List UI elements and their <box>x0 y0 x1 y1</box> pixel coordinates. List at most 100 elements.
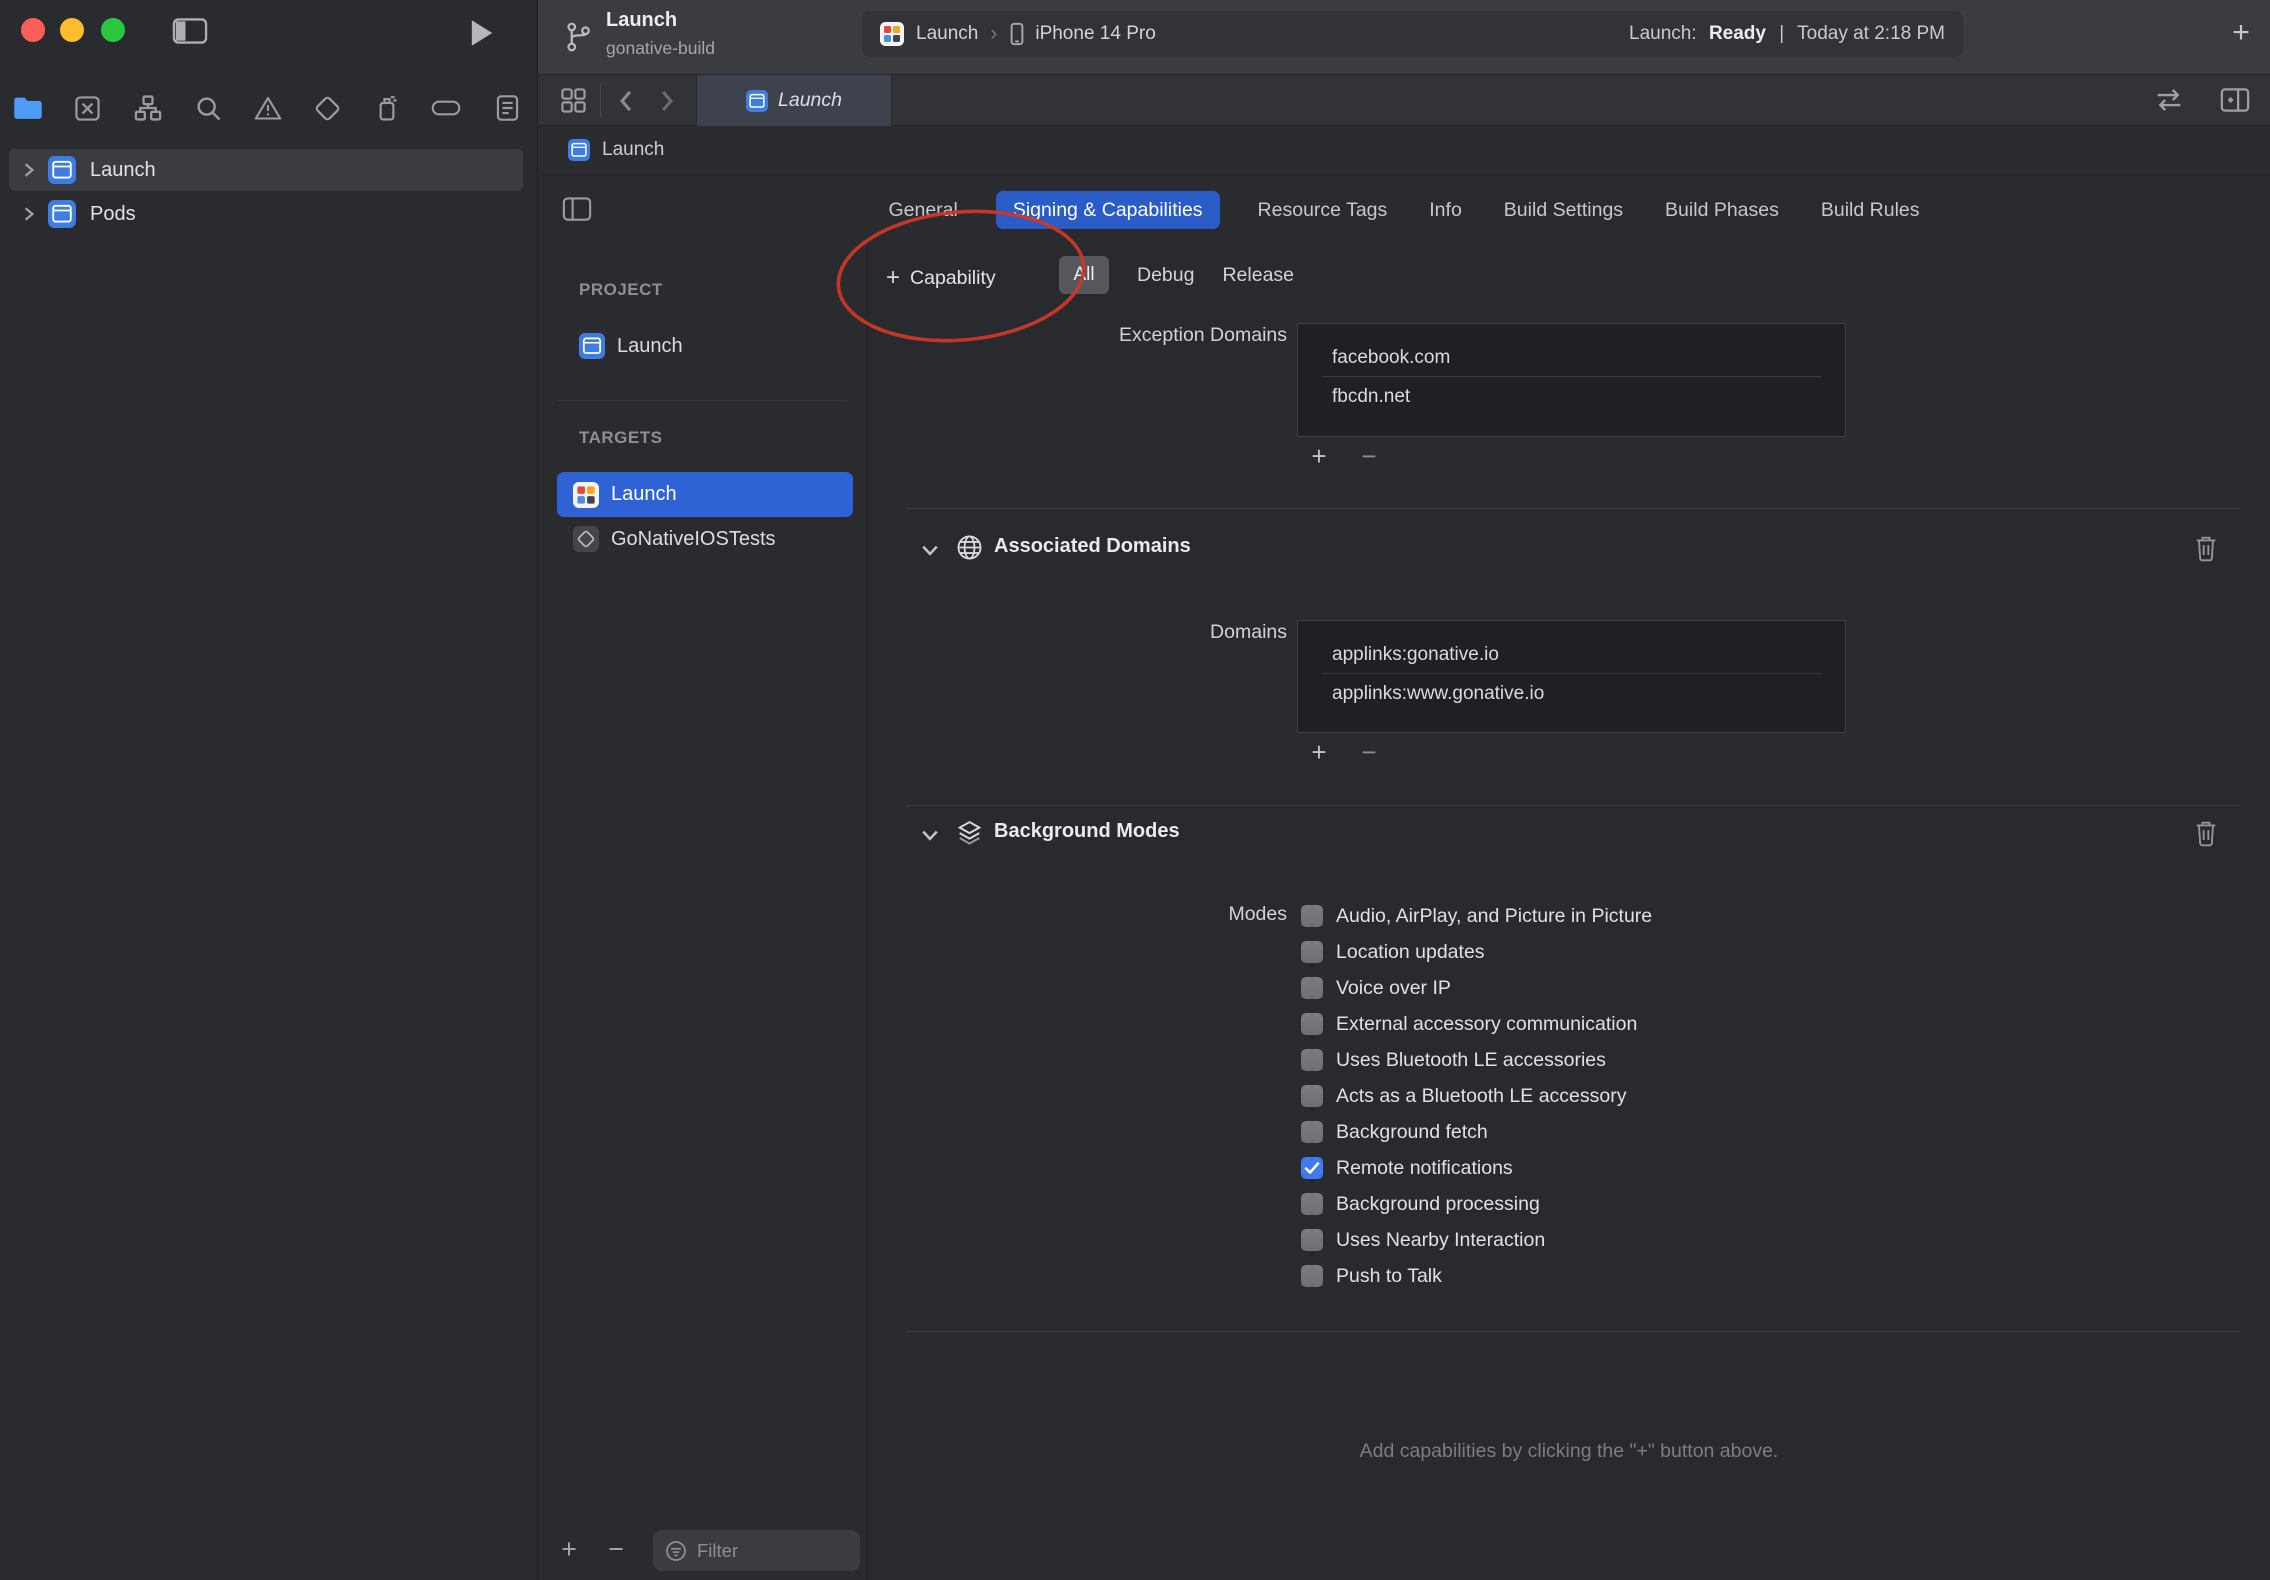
mode-label: Push to Talk <box>1336 1264 1442 1287</box>
open-tab-launch[interactable]: Launch <box>696 75 892 126</box>
device-name[interactable]: iPhone 14 Pro <box>1035 23 1155 45</box>
disclosure-chevron-icon[interactable] <box>22 162 36 178</box>
checkbox[interactable] <box>1301 1265 1323 1287</box>
checkbox[interactable] <box>1301 1013 1323 1035</box>
targets-section-header: TARGETS <box>579 428 663 447</box>
remove-row-button[interactable]: − <box>1356 441 1382 472</box>
checkbox[interactable] <box>1301 1121 1323 1143</box>
jump-bar-item[interactable]: Launch <box>602 139 664 161</box>
checkbox[interactable] <box>1301 1049 1323 1071</box>
section-title: Background Modes <box>994 820 1180 842</box>
editor-sidebar-toggle-icon[interactable] <box>562 196 592 222</box>
toolbar-project-subtitle: gonative-build <box>606 38 715 58</box>
spray-icon[interactable] <box>367 88 407 128</box>
navigator-item-pods[interactable]: Pods <box>0 192 537 236</box>
table-row[interactable]: fbcdn.net <box>1322 377 1821 416</box>
toolbar-add-button[interactable]: + <box>2223 16 2259 50</box>
run-button[interactable] <box>470 19 494 47</box>
add-capability-button[interactable]: + Capability <box>886 258 996 298</box>
add-row-button[interactable]: + <box>1306 441 1332 472</box>
checkbox[interactable] <box>1301 941 1323 963</box>
checkbox[interactable] <box>1301 1229 1323 1251</box>
breadcrumb-separator-icon: › <box>990 22 998 45</box>
background-modes-list: Audio, AirPlay, and Picture in Picture L… <box>1301 898 1652 1294</box>
checkbox[interactable] <box>1301 905 1323 927</box>
target-app-icon <box>573 481 599 508</box>
filter-input[interactable] <box>697 1539 837 1562</box>
window-zoom-button[interactable] <box>101 18 125 42</box>
mode-label: Background processing <box>1336 1192 1540 1215</box>
associated-domains-section: Associated Domains <box>868 530 2270 570</box>
toolbar: Launch gonative-build Launch › iPhone 14… <box>538 0 2270 75</box>
segment-release[interactable]: Release <box>1222 264 1294 287</box>
tab-build-rules[interactable]: Build Rules <box>1817 191 1924 229</box>
tab-build-settings[interactable]: Build Settings <box>1500 191 1627 229</box>
search-icon[interactable] <box>188 88 228 128</box>
x-square-icon[interactable] <box>67 88 107 128</box>
project-app-icon <box>579 333 605 359</box>
table-row[interactable]: facebook.com <box>1322 338 1821 377</box>
segment-debug[interactable]: Debug <box>1137 264 1194 287</box>
trash-icon[interactable] <box>2194 534 2218 562</box>
project-editor-tabs: General Signing & Capabilities Resource … <box>538 175 2270 245</box>
plus-icon: + <box>886 264 901 291</box>
remove-target-button[interactable]: − <box>598 1534 634 1565</box>
show-all-tabs-icon[interactable] <box>560 87 587 114</box>
checkbox-checked[interactable] <box>1301 1157 1323 1179</box>
table-row[interactable]: applinks:www.gonative.io <box>1322 674 1821 713</box>
build-status[interactable]: Launch: Ready | Today at 2:18 PM <box>1629 23 1945 45</box>
chevron-down-icon[interactable] <box>921 543 939 557</box>
tab-build-phases[interactable]: Build Phases <box>1661 191 1783 229</box>
project-navigator-icon[interactable] <box>8 88 48 128</box>
project-row-launch[interactable]: Launch <box>538 330 868 362</box>
mode-label: Location updates <box>1336 940 1485 963</box>
report-list-icon[interactable] <box>487 88 527 128</box>
segment-all[interactable]: All <box>1059 256 1109 294</box>
diamond-icon[interactable] <box>307 88 347 128</box>
back-chevron-icon[interactable] <box>618 88 634 114</box>
hierarchy-icon[interactable] <box>128 88 168 128</box>
warning-icon[interactable] <box>248 88 288 128</box>
mode-row: Uses Nearby Interaction <box>1301 1222 1652 1258</box>
capsule-icon[interactable] <box>426 88 466 128</box>
tab-general[interactable]: General <box>884 191 961 229</box>
chevron-down-icon[interactable] <box>921 828 939 842</box>
window-close-button[interactable] <box>21 18 45 42</box>
filter-field[interactable] <box>653 1530 860 1571</box>
window-minimize-button[interactable] <box>60 18 84 42</box>
add-target-button[interactable]: + <box>551 1534 587 1565</box>
main-area: Launch gonative-build Launch › iPhone 14… <box>537 0 2270 1580</box>
disclosure-chevron-icon[interactable] <box>22 206 36 222</box>
capabilities-content: + Capability All Debug Release Exception… <box>836 209 2270 1580</box>
scheme-device-selector[interactable]: Launch › iPhone 14 Pro Launch: Ready | T… <box>862 11 1963 57</box>
swap-editors-icon[interactable] <box>2154 87 2184 113</box>
scheme-name[interactable]: Launch <box>916 23 978 45</box>
table-row[interactable]: applinks:gonative.io <box>1322 635 1821 674</box>
tab-signing-capabilities[interactable]: Signing & Capabilities <box>995 191 1220 229</box>
filter-icon <box>665 1540 687 1562</box>
mode-label: Uses Bluetooth LE accessories <box>1336 1048 1606 1071</box>
remove-row-button[interactable]: − <box>1356 737 1382 768</box>
add-row-button[interactable]: + <box>1306 737 1332 768</box>
project-row-label: Launch <box>617 334 683 357</box>
target-row-tests[interactable]: GoNativeIOSTests <box>538 523 868 555</box>
checkbox[interactable] <box>1301 977 1323 999</box>
mode-label: Audio, AirPlay, and Picture in Picture <box>1336 904 1653 927</box>
navigator-item-label: Pods <box>90 202 136 225</box>
checkbox[interactable] <box>1301 1193 1323 1215</box>
checkbox[interactable] <box>1301 1085 1323 1107</box>
target-row-launch[interactable]: Launch <box>557 472 853 517</box>
domains-label: Domains <box>1210 621 1287 643</box>
forward-chevron-icon[interactable] <box>659 88 675 114</box>
trash-icon[interactable] <box>2194 819 2218 847</box>
exception-domains-table: facebook.com fbcdn.net <box>1297 323 1846 437</box>
mode-row: Background fetch <box>1301 1114 1652 1150</box>
tab-info[interactable]: Info <box>1425 191 1466 229</box>
add-editor-icon[interactable] <box>2220 87 2250 113</box>
tab-resource-tags[interactable]: Resource Tags <box>1254 191 1392 229</box>
project-app-icon <box>568 139 590 161</box>
navigator-item-launch[interactable]: Launch <box>0 148 537 192</box>
sidebar-toggle-icon[interactable] <box>172 16 208 46</box>
mode-row: External accessory communication <box>1301 1006 1652 1042</box>
project-sidebar: PROJECT Launch TARGETS Launch GoNativeIO… <box>538 245 868 1580</box>
